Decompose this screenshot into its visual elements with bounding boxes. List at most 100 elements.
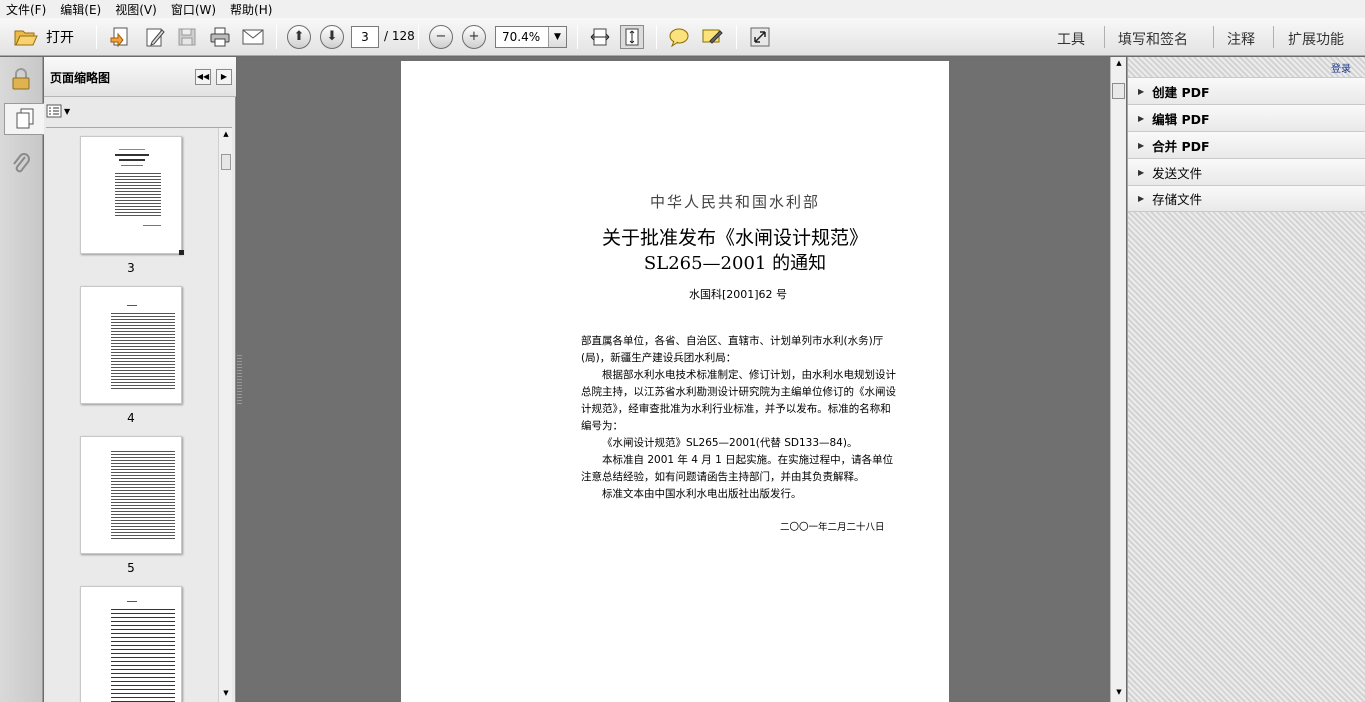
thumbnail-list[interactable]: 3 4 5 ▲ ▼ (46, 127, 232, 702)
menu-bar: 文件(F) 编辑(E) 视图(V) 窗口(W) 帮助(H) (0, 0, 1365, 18)
zoom-value: 70.4% (502, 30, 541, 44)
menu-file[interactable]: 文件(F) (6, 1, 46, 18)
scroll-up-icon[interactable]: ▲ (219, 130, 233, 142)
panel-splitter[interactable] (237, 355, 242, 405)
section-label: 编辑 PDF (1152, 111, 1210, 127)
previous-page-button[interactable]: ⬆ (287, 25, 311, 49)
page-thumbnails-button[interactable] (4, 103, 44, 135)
chevron-down-icon[interactable]: ▼ (548, 27, 566, 47)
save-button[interactable] (175, 25, 199, 49)
section-combine-pdf[interactable]: ▶ 合并 PDF (1128, 131, 1365, 158)
menu-window[interactable]: 窗口(W) (171, 1, 216, 18)
issuing-authority: 中华人民共和国水利部 (649, 193, 820, 211)
document-viewport[interactable]: 中华人民共和国水利部 关于批准发布《水闸设计规范》 SL265—2001 的通知… (237, 57, 1110, 702)
section-label: 合并 PDF (1152, 138, 1210, 154)
arrow-down-icon: ⬇ (320, 25, 344, 49)
create-pdf-button[interactable] (108, 25, 132, 49)
folder-icon (14, 30, 38, 46)
full-screen-button[interactable] (748, 25, 772, 49)
tab-separator (1273, 26, 1274, 48)
document-page: 中华人民共和国水利部 关于批准发布《水闸设计规范》 SL265—2001 的通知… (401, 61, 949, 702)
section-create-pdf[interactable]: ▶ 创建 PDF (1128, 77, 1365, 104)
task-pane-sections: ▶ 创建 PDF ▶ 编辑 PDF ▶ 合并 PDF ▶ 发送文件 ▶ 存储文件 (1128, 77, 1365, 212)
zoom-in-button[interactable]: + (462, 25, 486, 49)
arrow-up-icon: ⬆ (287, 25, 311, 49)
body-paragraph: 《水闸设计规范》SL265—2001(代替 SD133—84)。 (602, 437, 858, 449)
tab-fill-and-sign[interactable]: 填写和签名 (1118, 29, 1188, 49)
toolbar-separator (418, 25, 419, 49)
toolbar-separator (577, 25, 578, 49)
scroll-down-icon[interactable]: ▼ (219, 689, 233, 701)
plus-icon: + (462, 25, 486, 49)
email-button[interactable] (241, 25, 265, 49)
document-number: 水国科[2001]62 号 (688, 288, 788, 301)
page-number-input[interactable]: 3 (351, 26, 379, 48)
chevron-down-icon: ▼ (64, 106, 71, 116)
scroll-down-icon[interactable]: ▼ (1111, 688, 1127, 700)
thumbnail-panel-header: 页面缩略图 ◀◀ ▶ (44, 57, 236, 97)
panel-next-icon[interactable]: ▶ (216, 69, 232, 85)
menu-edit[interactable]: 编辑(E) (60, 1, 101, 18)
panel-title: 页面缩略图 (50, 71, 111, 85)
document-body: 部直属各单位，各省、自治区、直辖市、计划单列市水利(水务)厅(局)，新疆生产建设… (581, 333, 901, 503)
pages-icon (16, 108, 33, 129)
fit-width-button[interactable] (588, 25, 612, 49)
menu-view[interactable]: 视图(V) (115, 1, 157, 18)
open-button[interactable]: 打开 (8, 25, 80, 49)
next-page-button[interactable]: ⬇ (320, 25, 344, 49)
tab-extended-features[interactable]: 扩展功能 (1288, 29, 1344, 49)
zoom-level-select[interactable]: 70.4% ▼ (495, 26, 567, 48)
section-label: 存储文件 (1152, 192, 1203, 207)
highlighter-icon (702, 29, 723, 44)
edit-document-button[interactable] (143, 25, 167, 49)
floppy-disk-icon (178, 28, 196, 46)
thumbnail-options-button[interactable]: ▼ (46, 101, 76, 121)
thumbnail-page-3[interactable] (80, 136, 182, 254)
add-comment-button[interactable] (667, 25, 691, 49)
expand-icon (750, 27, 770, 47)
thumbnail-page-5[interactable] (80, 436, 182, 554)
section-send-files[interactable]: ▶ 发送文件 (1128, 158, 1365, 185)
section-store-files[interactable]: ▶ 存储文件 (1128, 185, 1365, 212)
section-edit-pdf[interactable]: ▶ 编辑 PDF (1128, 104, 1365, 131)
zoom-out-button[interactable]: − (429, 25, 453, 49)
tab-separator (1104, 26, 1105, 48)
body-paragraph: 根据部水利水电技术标准制定、修订计划，由水利水电规划设计总院主持，以江苏省水利勘… (581, 369, 896, 432)
toolbar-separator (656, 25, 657, 49)
open-label: 打开 (46, 30, 74, 46)
highlight-button[interactable] (700, 25, 724, 49)
thumbnail-resize-handle[interactable] (179, 250, 184, 255)
thumbnail-page-6[interactable] (80, 586, 182, 702)
security-button[interactable] (6, 63, 36, 95)
body-paragraph: 本标准自 2001 年 4 月 1 日起实施。在实施过程中，请各单位注意总结经验… (581, 454, 894, 483)
tab-tools[interactable]: 工具 (1057, 29, 1085, 49)
thumbnail-label: 5 (127, 561, 135, 575)
section-label: 创建 PDF (1152, 84, 1210, 100)
collapse-panel-icon[interactable]: ◀◀ (195, 69, 211, 85)
document-title: 关于批准发布《水闸设计规范》 (601, 227, 868, 249)
expand-triangle-icon: ▶ (1138, 140, 1145, 150)
menu-help[interactable]: 帮助(H) (230, 1, 272, 18)
login-link[interactable]: 登录 (1331, 60, 1351, 75)
document-scrollbar[interactable]: ▲ ▼ (1110, 57, 1126, 702)
thumbnail-page-4[interactable] (80, 286, 182, 404)
tab-comments[interactable]: 注释 (1227, 29, 1255, 49)
toolbar: 打开 ⬆ ⬇ 3 / 128 − + 70.4% ▼ 工具 填写和签名 注释 扩… (0, 18, 1365, 56)
body-paragraph: 标准文本由中国水利水电出版社出版发行。 (602, 488, 802, 500)
fit-page-button[interactable] (620, 25, 644, 49)
body-paragraph: 部直属各单位，各省、自治区、直辖市、计划单列市水利(水务)厅(局)，新疆生产建设… (581, 335, 884, 364)
scrollbar-thumb[interactable] (1112, 83, 1125, 99)
print-button[interactable] (208, 25, 232, 49)
scrollbar-thumb[interactable] (221, 154, 231, 170)
thumbnail-scrollbar[interactable]: ▲ ▼ (218, 128, 232, 702)
toolbar-separator (736, 25, 737, 49)
document-date: 二〇〇一年二月二十八日 (780, 522, 885, 533)
toolbar-separator (276, 25, 277, 49)
scroll-up-icon[interactable]: ▲ (1111, 59, 1127, 71)
lock-icon (12, 68, 30, 90)
section-label: 发送文件 (1152, 165, 1203, 181)
envelope-icon (242, 29, 264, 45)
thumbnail-label: 3 (127, 261, 135, 275)
attachments-button[interactable] (6, 147, 36, 179)
thumbnail-label: 4 (127, 411, 135, 425)
